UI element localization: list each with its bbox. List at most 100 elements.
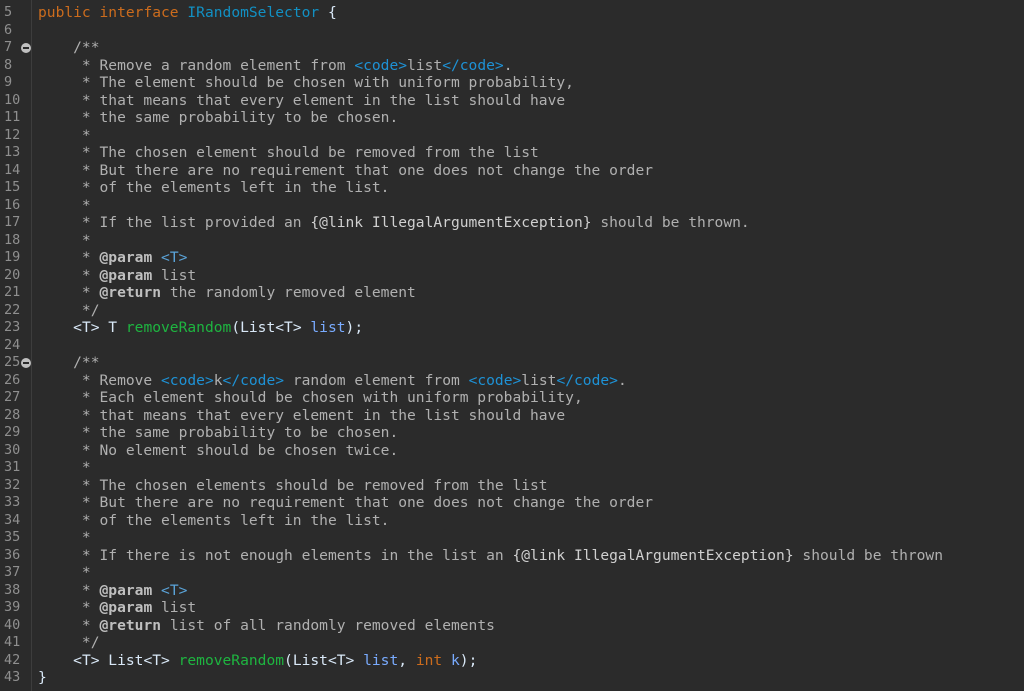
code-line-7[interactable]: /** xyxy=(38,39,100,57)
code-line-13[interactable]: * The chosen element should be removed f… xyxy=(38,144,539,162)
code-token: should be thrown. xyxy=(591,214,750,231)
code-area[interactable]: public interface IRandomSelector { /** *… xyxy=(32,0,1024,691)
code-line-40[interactable]: * @return list of all randomly removed e… xyxy=(38,617,495,635)
code-token: * xyxy=(38,564,91,581)
code-token: list of all randomly removed elements xyxy=(161,616,495,634)
code-line-34[interactable]: * of the elements left in the list. xyxy=(38,512,390,530)
code-line-26[interactable]: * Remove <code>k</code> random element f… xyxy=(38,372,627,390)
line-number: 25 xyxy=(4,354,21,370)
code-token: /** xyxy=(38,354,100,371)
gutter-line-22: 22 xyxy=(0,302,31,320)
code-token: * The element should be chosen with unif… xyxy=(38,74,574,91)
gutter-line-43: 43 xyxy=(0,669,31,687)
gutter-line-10: 10 xyxy=(0,92,31,110)
code-token: list xyxy=(152,599,197,616)
line-number: 35 xyxy=(4,529,21,545)
gutter-line-36: 36 xyxy=(0,547,31,565)
code-token: /** xyxy=(38,39,100,56)
code-token: <T> xyxy=(161,581,188,599)
line-number: 43 xyxy=(4,669,21,685)
line-number: 15 xyxy=(4,179,21,195)
code-line-19[interactable]: * @param <T> xyxy=(38,249,187,267)
code-line-41[interactable]: */ xyxy=(38,634,100,652)
code-token: {@link IllegalArgumentException} xyxy=(310,214,592,231)
code-token: @return xyxy=(99,284,162,301)
code-line-21[interactable]: * @return the randomly removed element xyxy=(38,284,416,302)
code-token: * xyxy=(38,266,100,284)
code-token: @param xyxy=(99,581,153,599)
line-number: 30 xyxy=(4,441,21,458)
gutter-line-32: 32 xyxy=(0,477,31,495)
line-number: 13 xyxy=(4,144,21,160)
code-line-10[interactable]: * that means that every element in the l… xyxy=(38,92,565,110)
code-token: k xyxy=(451,651,460,669)
code-token: should be thrown xyxy=(793,546,944,564)
code-token: { xyxy=(319,4,337,21)
code-line-8[interactable]: * Remove a random element from <code>lis… xyxy=(38,57,513,75)
code-token: . xyxy=(617,371,627,389)
code-line-36[interactable]: * If there is not enough elements in the… xyxy=(38,547,943,565)
code-token: } xyxy=(38,669,47,686)
code-token: * The chosen element should be removed f… xyxy=(38,144,539,161)
gutter-line-14: 14 xyxy=(0,162,31,180)
line-number: 38 xyxy=(4,581,21,598)
code-token: * If there is not enough elements in the… xyxy=(38,546,513,564)
line-number: 37 xyxy=(4,564,21,580)
code-line-31[interactable]: * xyxy=(38,459,91,477)
code-token: interface xyxy=(99,4,179,21)
line-number: 28 xyxy=(4,406,21,423)
code-line-25[interactable]: /** xyxy=(38,354,100,372)
code-line-42[interactable]: <T> List<T> removeRandom(List<T> list, i… xyxy=(38,652,477,670)
fold-collapse-icon[interactable] xyxy=(21,43,31,53)
code-line-39[interactable]: * @param list xyxy=(38,599,196,617)
gutter-line-42: 42 xyxy=(0,652,31,670)
code-token: * Remove xyxy=(38,371,162,389)
line-number: 21 xyxy=(4,284,21,300)
code-line-5[interactable]: public interface IRandomSelector { xyxy=(38,4,337,22)
code-line-16[interactable]: * xyxy=(38,197,91,215)
gutter-line-23: 23 xyxy=(0,319,31,337)
line-number: 10 xyxy=(4,91,21,108)
gutter-line-39: 39 xyxy=(0,599,31,617)
code-line-12[interactable]: * xyxy=(38,127,91,145)
line-number: 16 xyxy=(4,196,21,213)
code-line-23[interactable]: <T> T removeRandom(List<T> list); xyxy=(38,319,363,337)
fold-collapse-icon[interactable] xyxy=(21,358,31,368)
code-token: * of the elements left in the list. xyxy=(38,179,390,196)
code-line-35[interactable]: * xyxy=(38,529,91,547)
code-line-29[interactable]: * the same probability to be chosen. xyxy=(38,424,398,442)
code-line-37[interactable]: * xyxy=(38,564,91,582)
code-line-15[interactable]: * of the elements left in the list. xyxy=(38,179,390,197)
gutter-line-40: 40 xyxy=(0,617,31,635)
code-line-32[interactable]: * The chosen elements should be removed … xyxy=(38,477,548,495)
code-token: * But there are no requirement that one … xyxy=(38,161,654,179)
gutter-line-34: 34 xyxy=(0,512,31,530)
code-line-28[interactable]: * that means that every element in the l… xyxy=(38,407,565,425)
code-line-22[interactable]: */ xyxy=(38,302,100,320)
code-line-20[interactable]: * @param list xyxy=(38,267,196,285)
code-line-30[interactable]: * No element should be chosen twice. xyxy=(38,442,398,460)
gutter-line-21: 21 xyxy=(0,284,31,302)
code-token: * xyxy=(38,249,100,266)
gutter-line-29: 29 xyxy=(0,424,31,442)
code-line-11[interactable]: * the same probability to be chosen. xyxy=(38,109,398,127)
code-line-14[interactable]: * But there are no requirement that one … xyxy=(38,162,653,180)
code-line-38[interactable]: * @param <T> xyxy=(38,582,187,600)
gutter-line-24: 24 xyxy=(0,337,31,355)
gutter-line-9: 9 xyxy=(0,74,31,92)
line-number: 40 xyxy=(4,616,21,633)
code-line-17[interactable]: * If the list provided an {@link Illegal… xyxy=(38,214,750,232)
code-line-27[interactable]: * Each element should be chosen with uni… xyxy=(38,389,583,407)
code-token: list xyxy=(152,266,197,284)
code-line-33[interactable]: * But there are no requirement that one … xyxy=(38,494,653,512)
code-token: * xyxy=(38,599,100,616)
code-line-43[interactable]: } xyxy=(38,669,47,687)
gutter-line-19: 19 xyxy=(0,249,31,267)
code-line-18[interactable]: * xyxy=(38,232,91,250)
code-editor[interactable]: 5 6 7 8 9 10 11 12 13 14 15 16 17 18 19 20 21 22 23 24 25 26 2… xyxy=(0,0,1024,691)
code-token: @param xyxy=(99,599,153,616)
gutter-line-16: 16 xyxy=(0,197,31,215)
code-line-9[interactable]: * The element should be chosen with unif… xyxy=(38,74,574,92)
code-token: , xyxy=(398,651,416,669)
